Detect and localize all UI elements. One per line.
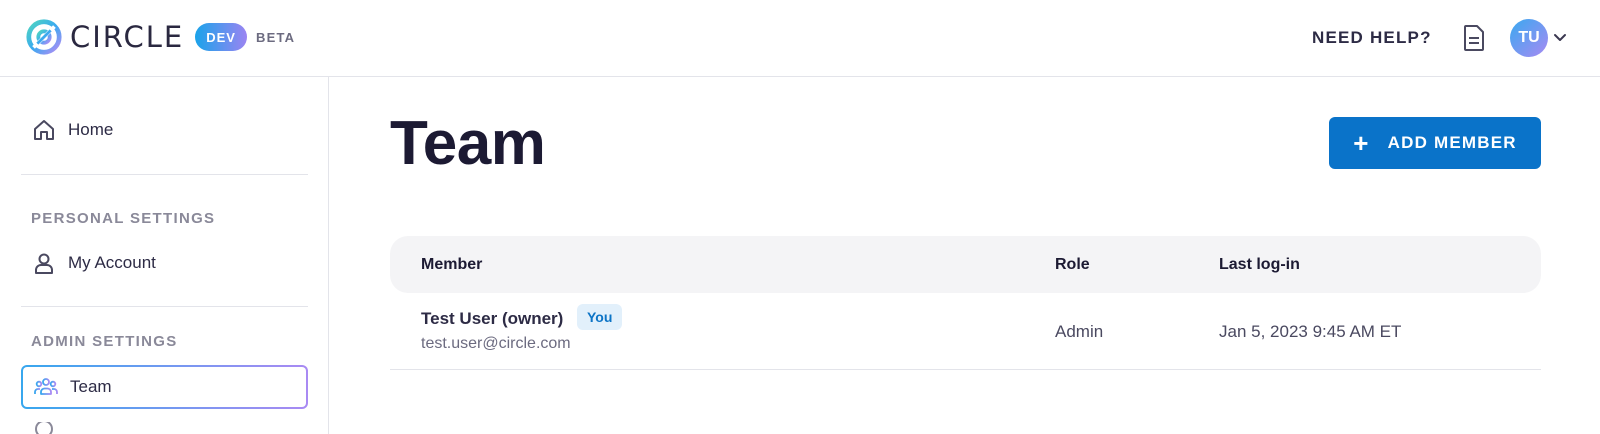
chevron-down-icon[interactable] [1553,31,1567,45]
brand-name: CIRCLE [70,20,185,54]
home-icon [34,120,54,140]
sidebar-divider [21,306,308,307]
sidebar-divider [21,174,308,175]
column-header-member[interactable]: Member [421,256,482,274]
document-icon[interactable] [1463,24,1485,52]
dev-badge: DEV [195,23,247,51]
sidebar-item-team[interactable]: Team [21,365,308,409]
user-avatar[interactable]: TU [1510,19,1548,57]
member-name: Test User (owner) [421,309,564,328]
sidebar-item-partial[interactable] [21,422,308,434]
settings-icon [35,422,53,434]
column-header-role[interactable]: Role [1055,256,1090,274]
sidebar-item-my-account[interactable]: My Account [21,241,308,285]
column-header-last-login[interactable]: Last log-in [1219,256,1300,274]
admin-settings-heading: ADMIN SETTINGS [31,333,178,350]
you-badge: You [577,304,623,330]
sidebar-item-label: Team [70,377,112,396]
add-member-label: ADD MEMBER [1387,133,1517,152]
table-row[interactable]: Test User (owner) You test.user@circle.c… [390,293,1541,370]
personal-settings-heading: PERSONAL SETTINGS [31,210,216,227]
member-email: test.user@circle.com [421,335,571,352]
plus-icon: + [1353,128,1370,158]
circle-logo-icon [26,19,62,55]
team-icon [34,378,58,395]
sidebar-item-home[interactable]: Home [21,108,308,152]
top-bar: CIRCLE DEV BETA NEED HELP? TU [0,0,1600,77]
member-role: Admin [1055,322,1104,341]
sidebar-item-label: My Account [68,253,156,272]
beta-label: BETA [255,29,296,45]
page-title: Team [390,109,546,178]
sidebar-item-label: Home [68,120,114,139]
need-help-link[interactable]: NEED HELP? [1312,28,1432,48]
table-header: Member Role Last log-in [390,236,1541,293]
brand[interactable]: CIRCLE DEV BETA [25,18,295,56]
add-member-button[interactable]: + ADD MEMBER [1329,117,1541,169]
sidebar: Home PERSONAL SETTINGS My Account ADMIN … [0,77,329,434]
user-icon [35,253,53,274]
member-last-login: Jan 5, 2023 9:45 AM ET [1219,322,1402,341]
